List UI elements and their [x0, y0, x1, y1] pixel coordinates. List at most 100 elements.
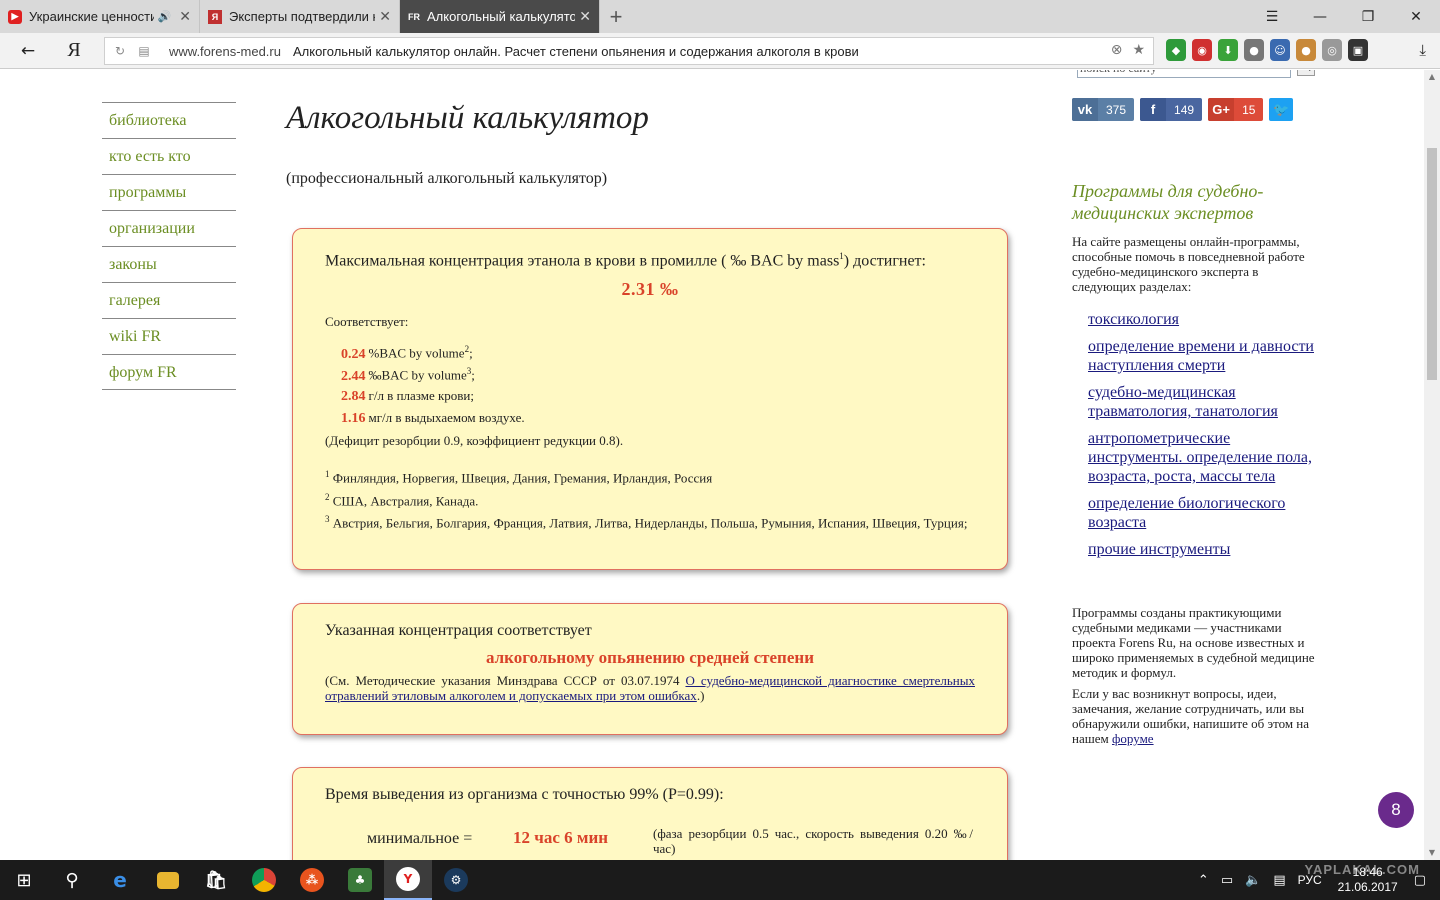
- scrollbar-thumb[interactable]: [1427, 148, 1437, 380]
- page-subtitle: (профессиональный алкогольный калькулято…: [286, 170, 608, 187]
- footnote: 2 США, Австралия, Канада.: [325, 491, 479, 508]
- window-controls: ☰ — ❐ ✕: [1248, 0, 1440, 33]
- file-explorer-icon[interactable]: [144, 860, 192, 900]
- speaker-icon[interactable]: 🔊: [158, 10, 172, 23]
- extension-shield-icon[interactable]: ◆: [1166, 39, 1186, 61]
- forum-link[interactable]: форуме: [1112, 731, 1154, 746]
- extension-globe-icon[interactable]: ◎: [1322, 39, 1342, 61]
- link-traumatology[interactable]: судебно-медицинская травматология, танат…: [1088, 383, 1324, 421]
- reference-note: (См. Методические указания Минздрава ССС…: [325, 673, 975, 703]
- tray-chevron-icon[interactable]: ⌃: [1192, 873, 1215, 888]
- tab-title: Алкогольный калькулятор: [427, 9, 576, 24]
- chrome-icon[interactable]: [240, 860, 288, 900]
- edge-icon[interactable]: e: [96, 860, 144, 900]
- nav-item-who-is-who[interactable]: кто есть кто: [102, 138, 236, 174]
- nav-item-gallery[interactable]: галерея: [102, 282, 236, 318]
- max-concentration-value: 2.31 ‰: [621, 279, 679, 300]
- tray-network-icon[interactable]: ▤: [1267, 873, 1291, 888]
- link-other-tools[interactable]: прочие инструменты: [1088, 540, 1324, 559]
- tray-clock[interactable]: 18:46 21.06.2017: [1328, 865, 1408, 895]
- new-tab-button[interactable]: +: [600, 0, 632, 33]
- corresponds-label: Соответствует:: [325, 314, 409, 330]
- tab-0[interactable]: ▶ Украинские ценности 🔊 ✕: [0, 0, 200, 33]
- tab-1[interactable]: Я Эксперты подтвердили на ✕: [200, 0, 400, 33]
- tab-2[interactable]: FR Алкогольный калькулятор ✕: [400, 0, 600, 33]
- restore-icon[interactable]: ❐: [1344, 0, 1392, 33]
- back-button[interactable]: ←: [8, 33, 48, 69]
- bookmark-star-icon[interactable]: ★: [1132, 42, 1145, 58]
- share-vk-button[interactable]: vk 375: [1072, 98, 1135, 121]
- reload-icon[interactable]: ↻: [111, 44, 129, 58]
- share-google-plus-button[interactable]: G+ 15: [1208, 98, 1264, 121]
- store-icon[interactable]: 🛍: [192, 860, 240, 900]
- close-tab-icon[interactable]: ✕: [179, 8, 191, 25]
- taskbar: ⊞ ⚲ e 🛍 ⁂ ♣ Y ⚙ YAPLAKAL.COM ⌃ ▭ 🔈 ▤ РУС…: [0, 860, 1440, 900]
- address-bar[interactable]: ↻ ▤ www.forens-med.ru Алкогольный кальку…: [104, 37, 1154, 65]
- min-value: 12 час 6 мин: [513, 828, 609, 847]
- concentration-result-box: Максимальная концентрация этанола в кров…: [292, 228, 1008, 570]
- scroll-down-icon[interactable]: ▼: [1424, 846, 1440, 860]
- equivalent-value-row: 0.24 %BAC by volume2;: [341, 344, 473, 362]
- equivalent-values: 0.24 %BAC by volume2; 2.44 ‰BAC by volume3…: [341, 344, 975, 432]
- media-app-icon[interactable]: ⁂: [288, 860, 336, 900]
- extension-off-icon[interactable]: ▣: [1348, 39, 1368, 61]
- close-tab-icon[interactable]: ✕: [579, 8, 591, 25]
- minimize-icon[interactable]: —: [1296, 0, 1344, 33]
- elimination-time-box: Время выведения из организма с точностью…: [292, 767, 1008, 860]
- extension-cookie-icon[interactable]: ●: [1296, 39, 1316, 61]
- share-buttons: vk 375 f 149 G+ 15 🐦: [1072, 98, 1294, 121]
- site-search-input[interactable]: поиск по сайту: [1077, 70, 1291, 78]
- share-twitter-button[interactable]: 🐦: [1269, 98, 1294, 121]
- tray-power-icon[interactable]: ▭: [1215, 873, 1239, 888]
- downloads-icon[interactable]: ⤓: [1419, 41, 1426, 59]
- elimination-heading: Время выведения из организма с точностью…: [325, 786, 724, 803]
- sidebar-about-text: Программы созданы практикующими судебным…: [1072, 605, 1315, 680]
- sidebar-program-links: токсикология определение времени и давно…: [1088, 310, 1324, 567]
- search-icon[interactable]: ⚲: [48, 860, 96, 900]
- action-center-icon[interactable]: ▢: [1408, 873, 1440, 888]
- link-biological-age[interactable]: определение биологического возраста: [1088, 494, 1324, 532]
- nav-item-organizations[interactable]: организации: [102, 210, 236, 246]
- close-window-icon[interactable]: ✕: [1392, 0, 1440, 33]
- scroll-up-icon[interactable]: ▲: [1424, 70, 1440, 84]
- equivalent-value-row: 1.16 мг/л в выдыхаемом воздухе.: [341, 410, 525, 427]
- protect-icon[interactable]: ⊗: [1111, 42, 1123, 58]
- game-app-icon[interactable]: ♣: [336, 860, 384, 900]
- page-title: Алкогольный калькулятор: [286, 100, 649, 136]
- extension-bulb-icon[interactable]: ●: [1244, 39, 1264, 61]
- degree-heading: Указанная концентрация соответствует: [325, 622, 592, 639]
- tray-volume-icon[interactable]: 🔈: [1239, 873, 1267, 888]
- tray-language[interactable]: РУС: [1292, 873, 1328, 887]
- extension-download-icon[interactable]: ⬇: [1218, 39, 1238, 61]
- nav-item-programs[interactable]: программы: [102, 174, 236, 210]
- yandex-icon[interactable]: Я: [48, 33, 100, 69]
- menu-icon[interactable]: ☰: [1248, 0, 1296, 33]
- tab-title: Украинские ценности: [29, 9, 154, 24]
- link-toxicology[interactable]: токсикология: [1088, 310, 1324, 329]
- extension-adblock-icon[interactable]: ◉: [1192, 39, 1212, 61]
- link-anthropometric[interactable]: антропометрические инструменты. определе…: [1088, 429, 1324, 486]
- share-facebook-button[interactable]: f 149: [1140, 98, 1203, 121]
- url-domain: www.forens-med.ru: [169, 43, 281, 59]
- page-info-icon[interactable]: ▤: [135, 44, 153, 58]
- link-time-of-death[interactable]: определение времени и давности наступлен…: [1088, 337, 1324, 375]
- nav-item-wiki[interactable]: wiki FR: [102, 318, 236, 354]
- page-scrollbar[interactable]: ▲ ▼: [1424, 70, 1440, 860]
- intoxication-degree-value: алкогольному опьянению средней степени: [486, 648, 814, 667]
- yandex-browser-icon[interactable]: Y: [384, 860, 432, 900]
- youtube-icon: ▶: [8, 9, 22, 24]
- system-tray: ⌃ ▭ 🔈 ▤ РУС 18:46 21.06.2017 ▢: [1192, 860, 1440, 900]
- equivalent-value-row: 2.84 г/л в плазме крови;: [341, 388, 475, 405]
- search-icon[interactable]: 🔍: [1297, 70, 1315, 76]
- nav-item-laws[interactable]: законы: [102, 246, 236, 282]
- nav-item-library[interactable]: библиотека: [102, 102, 236, 138]
- sidebar-title: Программы для судебно-медицинских экспер…: [1072, 181, 1264, 223]
- notification-badge[interactable]: 8: [1378, 792, 1414, 828]
- extension-people-icon[interactable]: ☺: [1270, 39, 1290, 61]
- windows-start-icon[interactable]: ⊞: [0, 860, 48, 900]
- steam-icon[interactable]: ⚙: [432, 860, 480, 900]
- close-tab-icon[interactable]: ✕: [379, 8, 391, 25]
- nav-item-forum[interactable]: форум FR: [102, 354, 236, 390]
- deficit-note: (Дефицит резорбции 0.9, коэффициент реду…: [325, 433, 624, 449]
- sidebar-intro: На сайте размещены онлайн-программы, спо…: [1072, 234, 1305, 294]
